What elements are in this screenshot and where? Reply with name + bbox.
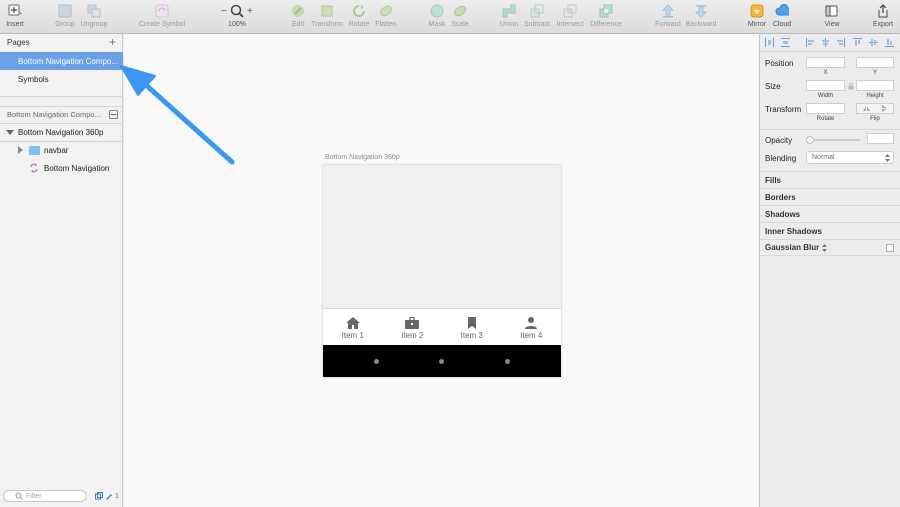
annotation-arrow <box>120 65 235 165</box>
